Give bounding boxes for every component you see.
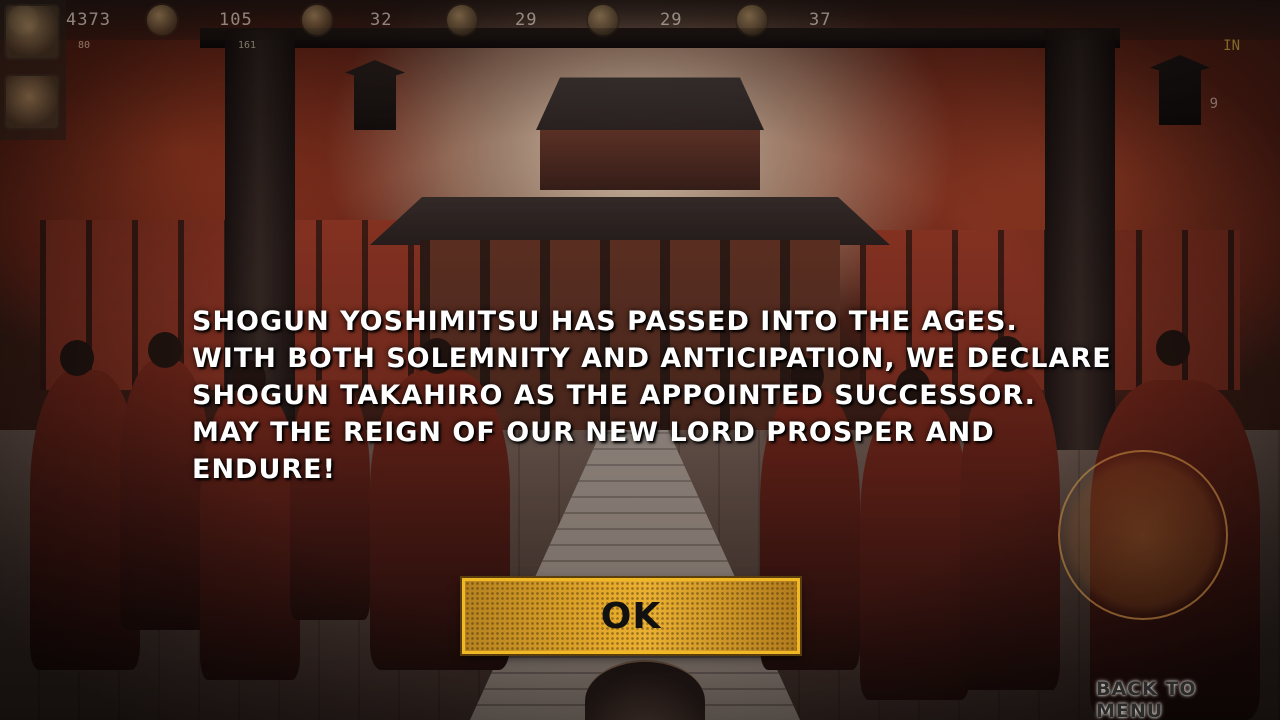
right-hud-value: 9 xyxy=(1209,96,1218,112)
ok-button-label: OK xyxy=(600,595,662,637)
helmet-icon xyxy=(735,3,769,37)
resource-value: 29 xyxy=(515,10,538,30)
resource-sub-value: 161 xyxy=(238,40,257,51)
resource-fan: 29 xyxy=(445,3,537,37)
building-slot[interactable] xyxy=(4,74,60,130)
back-to-menu-button[interactable]: BACK TO MENU xyxy=(1096,678,1268,720)
announcement-message: SHOGUN YOSHIMITSU HAS PASSED INTO THE AG… xyxy=(192,306,1112,485)
seal-slot[interactable] xyxy=(4,4,60,60)
resource-sub-value: 80 xyxy=(78,40,91,51)
game-screen: 4373 105 32 29 29 37 80 161 IN 9 SHOGUN … xyxy=(0,0,1280,720)
resource-helmet: 37 xyxy=(735,3,831,37)
resource-value: 4373 xyxy=(66,10,111,30)
resource-value: 37 xyxy=(809,10,832,30)
resource-value: 105 xyxy=(219,10,253,30)
fan-icon xyxy=(445,3,479,37)
resource-bar: 4373 105 32 29 29 37 xyxy=(0,0,1280,40)
scroll-icon xyxy=(300,3,334,37)
people-icon xyxy=(145,3,179,37)
resource-people: 105 xyxy=(145,3,253,37)
resource-armor: 29 xyxy=(586,3,682,37)
resource-value: 29 xyxy=(660,10,683,30)
ok-button[interactable]: OK xyxy=(462,578,800,654)
resource-scroll: 32 xyxy=(300,3,392,37)
right-hud-label: IN xyxy=(1223,38,1240,54)
armor-icon xyxy=(586,3,620,37)
resource-value: 32 xyxy=(370,10,393,30)
